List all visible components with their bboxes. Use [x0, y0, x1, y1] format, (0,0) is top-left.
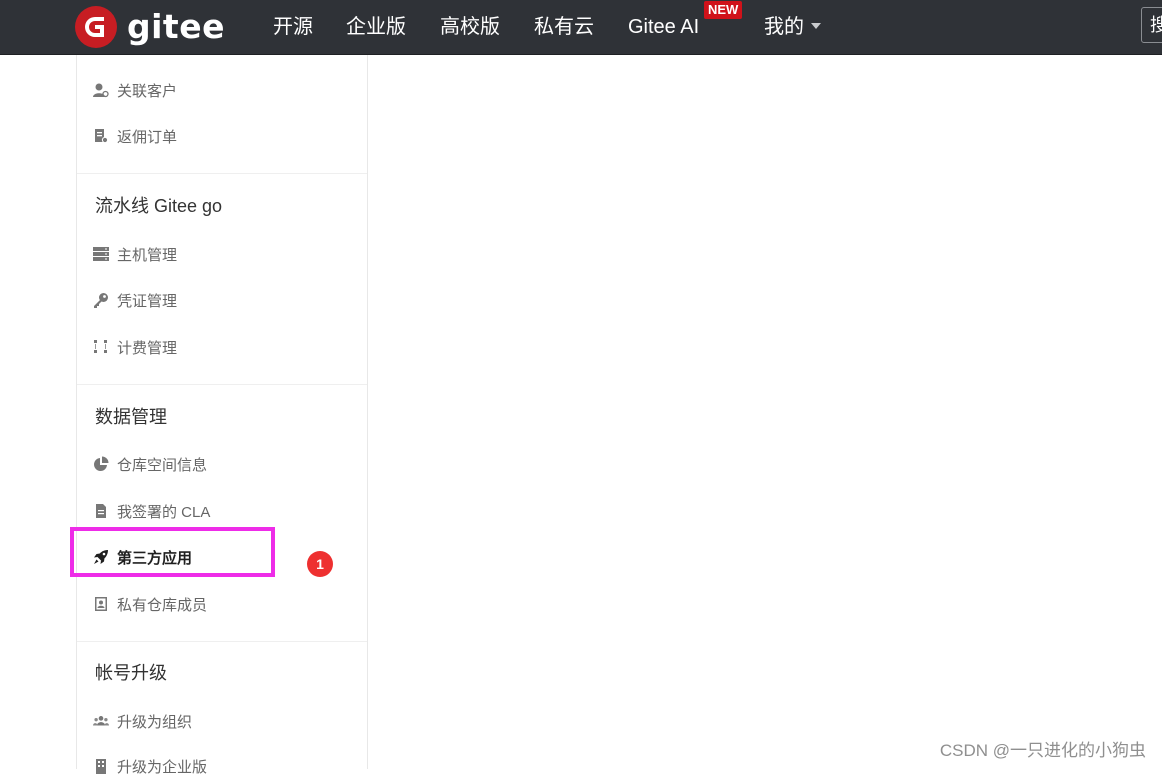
settings-sidebar: 关联客户 返佣订单 流水线 Gitee go 主机管理 凭证管理 计费管理 数据…: [76, 55, 368, 776]
nav-private-cloud[interactable]: 私有云: [534, 14, 594, 40]
sidebar-item-label: 主机管理: [117, 246, 178, 264]
nav-university[interactable]: 高校版: [440, 14, 500, 40]
nav-gitee-ai[interactable]: Gitee AI: [628, 14, 699, 40]
sidebar-item-upgrade-to-enterprise[interactable]: 升级为企业版: [93, 755, 207, 777]
group-icon: [93, 713, 109, 729]
sidebar-item-signed-cla[interactable]: 我签署的 CLA: [93, 500, 210, 522]
key-icon: [93, 292, 109, 308]
sidebar-divider: [77, 641, 367, 642]
sidebar-item-rebate-orders[interactable]: 返佣订单: [93, 125, 177, 147]
sidebar-item-label: 仓库空间信息: [117, 456, 208, 474]
document-icon: [93, 503, 109, 519]
sidebar-item-private-repo-members[interactable]: 私有仓库成员: [93, 593, 207, 615]
sidebar-item-linked-customers[interactable]: 关联客户: [93, 79, 177, 101]
sidebar-item-label: 私有仓库成员: [117, 596, 208, 614]
gitee-logo[interactable]: gitee: [75, 6, 225, 48]
user-link-icon: [93, 82, 109, 98]
sidebar-divider: [77, 384, 367, 385]
brand-name: gitee: [127, 7, 225, 46]
sidebar-item-billing-management[interactable]: 计费管理: [93, 336, 177, 358]
top-navbar: gitee 开源 企业版 高校版 私有云 Gitee AI NEW 我的 搜: [0, 0, 1162, 55]
sidebar-divider: [77, 173, 367, 174]
annotation-step-badge: 1: [307, 551, 333, 577]
server-icon: [93, 246, 109, 262]
sidebar-item-label: 我签署的 CLA: [117, 503, 211, 521]
search-input[interactable]: 搜: [1141, 7, 1162, 43]
nav-mine-label: 我的: [764, 16, 804, 38]
billing-icon: [93, 339, 109, 355]
nav-enterprise[interactable]: 企业版: [346, 14, 406, 40]
sidebar-item-label: 升级为组织: [117, 713, 193, 731]
pie-chart-icon: [93, 456, 109, 472]
annotation-highlight-box: [70, 527, 275, 577]
sidebar-item-credential-management[interactable]: 凭证管理: [93, 289, 177, 311]
section-title-data-management: 数据管理: [95, 407, 167, 427]
building-icon: [93, 758, 109, 774]
order-icon: [93, 128, 109, 144]
csdn-watermark: CSDN @一只进化的小狗虫: [939, 741, 1146, 760]
gitee-logo-icon: [75, 6, 117, 48]
nav-mine-dropdown[interactable]: 我的: [764, 14, 821, 40]
contact-book-icon: [93, 596, 109, 612]
caret-down-icon: [811, 22, 821, 29]
section-title-pipeline: 流水线 Gitee go: [95, 196, 223, 216]
sidebar-item-label: 返佣订单: [117, 128, 178, 146]
sidebar-item-host-management[interactable]: 主机管理: [93, 243, 177, 265]
nav-open-source[interactable]: 开源: [273, 14, 313, 40]
sidebar-item-label: 计费管理: [117, 339, 178, 357]
sidebar-item-repo-storage[interactable]: 仓库空间信息: [93, 453, 207, 475]
sidebar-item-label: 升级为企业版: [117, 758, 208, 776]
sidebar-item-label: 关联客户: [117, 82, 178, 100]
sidebar-item-label: 凭证管理: [117, 292, 178, 310]
sidebar-item-upgrade-to-org[interactable]: 升级为组织: [93, 710, 192, 732]
new-badge: NEW: [704, 1, 743, 19]
section-title-account-upgrade: 帐号升级: [95, 663, 167, 683]
